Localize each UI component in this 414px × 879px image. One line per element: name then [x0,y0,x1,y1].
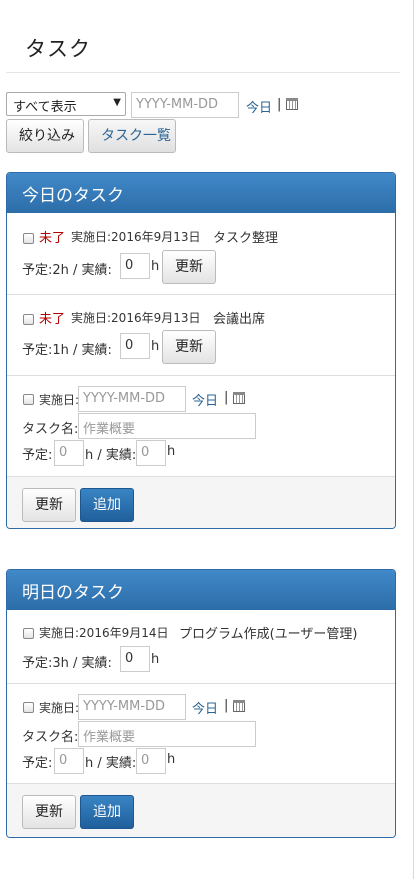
display-filter-value: すべて表示 [13,100,77,115]
tomorrow-tasks-panel: 明日のタスク 実施日:2016年9月14日 プログラム作成(ユーザー管理) 予定… [6,569,396,838]
update-task-button[interactable]: 更新 [162,330,216,364]
calendar-icon[interactable] [233,392,245,404]
new-task-name-label: タスク名: [22,730,79,745]
separator: | [277,97,282,112]
task-name: プログラム作成(ユーザー管理) [179,627,358,642]
unit-label: h [151,339,160,354]
unit-label: h [167,444,176,459]
new-task-today-link[interactable]: 今日 [192,390,218,409]
task-date: 実施日:2016年9月14日 [39,626,169,640]
new-task-name-input[interactable]: 作業概要 [78,413,256,439]
new-task-date-label: 実施日: [39,701,80,715]
actual-hours-input[interactable]: 0 [120,333,150,359]
task-list-button[interactable]: タスク一覧 [88,119,176,153]
new-task-plan-label: 予定: [22,756,53,771]
new-task-actual-label: h / 実績: [85,756,137,771]
unit-label: h [151,259,160,274]
status-badge: 未了 [39,312,66,327]
task-checkbox[interactable] [23,628,34,639]
today-tasks-panel: 今日のタスク 未了 実施日:2016年9月13日 タスク整理 予定:2h / 実… [6,172,396,529]
actual-hours-input[interactable]: 0 [120,646,150,672]
task-name: 会議出席 [213,312,266,327]
task-item: 実施日:2016年9月14日 プログラム作成(ユーザー管理) 予定:3h / 実… [7,610,395,684]
new-task-form: 実施日: YYYY-MM-DD 今日 | タスク名: 作業概要 予定: 0 h … [7,376,395,477]
filter-today-link[interactable]: 今日 [246,97,272,116]
filter-row: すべて表示 ▼ YYYY-MM-DD 今日 | [6,92,406,118]
new-task-actual-input[interactable]: 0 [136,440,166,466]
add-task-button[interactable]: 追加 [80,488,134,522]
new-task-date-input[interactable]: YYYY-MM-DD [78,386,186,412]
task-date: 実施日:2016年9月13日 [71,311,201,325]
status-badge: 未了 [39,231,66,246]
new-task-date-label: 実施日: [39,393,80,407]
separator: | [224,698,229,713]
new-task-today-link[interactable]: 今日 [192,698,218,717]
add-task-button[interactable]: 追加 [80,795,134,829]
title-divider [6,72,400,73]
update-task-button[interactable]: 更新 [162,250,216,284]
calendar-icon[interactable] [233,700,245,712]
unit-label: h [151,652,160,667]
calendar-icon[interactable] [286,98,298,110]
new-task-form: 実施日: YYYY-MM-DD 今日 | タスク名: 作業概要 予定: 0 h … [7,684,395,784]
new-task-plan-input[interactable]: 0 [54,440,84,466]
task-plan-label: 予定:3h / 実績: [22,656,112,671]
chevron-down-icon: ▼ [113,97,121,108]
today-panel-title: 今日のタスク [7,173,395,213]
filter-date-input[interactable]: YYYY-MM-DD [131,92,239,118]
task-date: 実施日:2016年9月13日 [71,230,201,244]
display-filter-select[interactable]: すべて表示 ▼ [6,92,126,116]
task-plan-label: 予定:2h / 実績: [22,263,112,278]
task-checkbox[interactable] [23,233,34,244]
new-task-name-label: タスク名: [22,422,79,437]
new-task-checkbox[interactable] [23,394,34,405]
separator: | [224,390,229,405]
new-task-date-input[interactable]: YYYY-MM-DD [78,694,186,720]
update-all-button[interactable]: 更新 [22,488,76,522]
task-checkbox[interactable] [23,314,34,325]
task-item: 未了 実施日:2016年9月13日 会議出席 予定:1h / 実績: 0 h 更… [7,295,395,376]
new-task-actual-input[interactable]: 0 [136,748,166,774]
update-all-button[interactable]: 更新 [22,795,76,829]
page-title: タスク [25,37,91,61]
tomorrow-panel-title: 明日のタスク [7,570,395,610]
panel-footer: 更新 追加 [7,477,395,528]
actual-hours-input[interactable]: 0 [120,253,150,279]
new-task-plan-input[interactable]: 0 [54,748,84,774]
new-task-checkbox[interactable] [23,702,34,713]
new-task-name-input[interactable]: 作業概要 [78,721,256,747]
task-item: 未了 実施日:2016年9月13日 タスク整理 予定:2h / 実績: 0 h … [7,213,395,295]
panel-footer: 更新 追加 [7,784,395,837]
task-plan-label: 予定:1h / 実績: [22,343,112,358]
filter-button[interactable]: 絞り込み [6,119,84,153]
new-task-plan-label: 予定: [22,448,53,463]
new-task-actual-label: h / 実績: [85,448,137,463]
unit-label: h [167,752,176,767]
task-name: タスク整理 [213,231,279,246]
